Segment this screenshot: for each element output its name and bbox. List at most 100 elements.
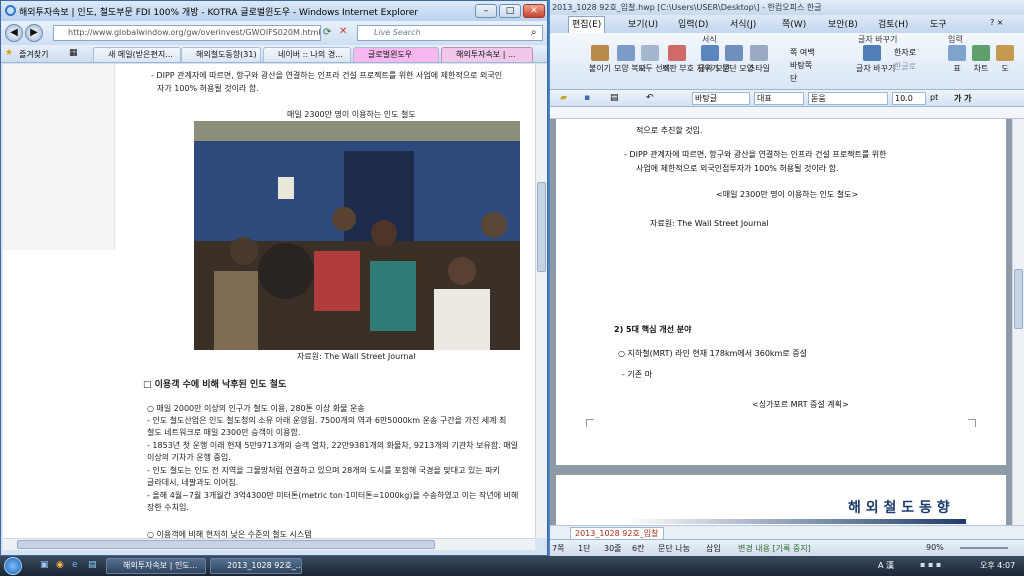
doc-caption: <싱가포르 MRT 증설 계획> — [752, 400, 849, 409]
tab-mail[interactable]: 새 메일(받은편지... — [93, 47, 181, 62]
status-track-changes[interactable]: 변경 내용 [기록 중지] — [738, 543, 811, 554]
page-margin-button[interactable]: 쪽 여백 — [790, 47, 815, 58]
ribbon-group-format: 서식 — [702, 35, 717, 44]
undo-icon[interactable]: ↶ — [646, 93, 654, 103]
hwp-vertical-scrollbar[interactable] — [1012, 119, 1024, 525]
hwp-menu-bar: 편집(E) 보기(U) 입력(D) 서식(J) 쪽(W) 보안(B) 검토(H)… — [550, 15, 1024, 33]
menu-insert[interactable]: 입력(D) — [678, 17, 709, 30]
menu-page[interactable]: 쪽(W) — [782, 17, 806, 30]
hwp-window: 2013_1028 92호_입찰.hwp [C:\Users\USER\Desk… — [550, 0, 1024, 556]
start-button[interactable] — [4, 557, 22, 575]
select-all-button[interactable]: 모두 선택 — [638, 45, 670, 74]
article-line: - DIPP 관계자에 따르면, 항구와 광산을 연결하는 인프라 건설 프로젝… — [151, 71, 503, 80]
chart-button[interactable]: 차트 — [970, 45, 992, 74]
copy-format-button[interactable]: 모양 복사 — [614, 45, 646, 74]
tab-naver[interactable]: 네이버 :: 나의 경... — [263, 47, 351, 62]
zoom-slider[interactable] — [960, 547, 1008, 549]
hwp-status-bar: 7쪽 1단 30줄 6칸 문단 나눔 삽입 변경 내용 [기록 중지] 90% — [550, 539, 1024, 556]
open-folder-icon[interactable]: ▰ — [560, 93, 567, 103]
hwp-ruler — [550, 107, 1024, 119]
taskbar-ie-button[interactable]: 해외투자속보 | 인도... — [106, 558, 206, 574]
menu-tools[interactable]: 도구 — [930, 17, 947, 30]
column-button[interactable]: 단 — [790, 73, 797, 84]
tab-rail-trends[interactable]: 해외철도동향(31) ... — [181, 47, 261, 62]
drawing-button[interactable]: 도 — [996, 45, 1014, 74]
doc-line: 사업에 제한적으로 외국인접투자가 100% 허용될 것이라 함. — [636, 164, 839, 173]
tab-grid-icon[interactable]: ▦ — [69, 48, 78, 58]
show-desktop-icon[interactable]: ▣ — [40, 560, 49, 570]
scroll-thumb[interactable] — [17, 540, 435, 549]
to-hangul-button[interactable]: 한글로 — [894, 61, 916, 72]
hwp-document-area: 적으로 추진할 것임. - DIPP 관계자에 따르면, 항구와 광산을 연결하… — [550, 119, 1012, 525]
save-icon[interactable]: ▪ — [584, 93, 590, 103]
hwp-quicklaunch-icon[interactable]: ▤ — [88, 560, 97, 570]
hwp-title-bar[interactable]: 2013_1028 92호_입찰.hwp [C:\Users\USER\Desk… — [550, 0, 1024, 15]
favorites-label[interactable]: 즐겨찾기 — [19, 49, 48, 60]
font-size-input[interactable]: 10.0 — [892, 92, 926, 105]
char-shape-button[interactable]: 글자 모양 — [698, 45, 730, 74]
windows-taskbar: ▣ ◉ e ▤ 해외투자속보 | 인도... 2013_1028 92호_...… — [0, 556, 1024, 576]
size-unit[interactable]: pt — [930, 93, 938, 102]
master-page-button[interactable]: 바탕쪽 — [790, 60, 812, 71]
close-button[interactable]: ✕ — [523, 4, 545, 18]
ie-vertical-scrollbar[interactable] — [535, 64, 547, 538]
ie-window: 해외투자속보 | 인도, 철도부문 FDI 100% 개방 - KOTRA 글로… — [0, 0, 548, 556]
minimize-button[interactable]: – — [475, 4, 497, 18]
stop-icon[interactable]: ✕ — [339, 26, 347, 37]
scroll-thumb[interactable] — [537, 182, 546, 272]
ribbon-group-insert: 입력 — [948, 35, 963, 44]
menu-format[interactable]: 서식(J) — [730, 17, 756, 30]
ie-quicklaunch-icon[interactable]: e — [72, 560, 78, 570]
tab-investment-news[interactable]: 해외투자속보 | ... — [441, 47, 533, 62]
clear-codes-button[interactable]: 조판 부호 지우기 — [662, 45, 719, 74]
paste-icon — [591, 45, 609, 61]
article-bullet: - 올해 4월~7월 3개월간 3억4300만 미터톤(metric ton·1… — [147, 491, 519, 500]
help-icon[interactable]: ? × — [990, 18, 1004, 27]
search-icon[interactable]: ⌕ — [531, 27, 537, 38]
refresh-icon[interactable]: ⟳ — [323, 27, 331, 38]
article-line: 자가 100% 허용될 것이라 함. — [157, 84, 259, 93]
scroll-thumb[interactable] — [1014, 269, 1023, 329]
article-bullet: 이상의 기차가 운행 중임. — [147, 453, 231, 462]
maximize-button[interactable]: □ — [499, 4, 521, 18]
chrome-icon[interactable]: ◉ — [56, 560, 64, 570]
language-select[interactable]: 대표 — [754, 92, 804, 105]
status-page: 7쪽 — [552, 544, 565, 553]
ie-horizontal-scrollbar[interactable] — [3, 538, 535, 550]
menu-security[interactable]: 보안(B) — [828, 17, 858, 30]
select-all-icon — [641, 45, 659, 61]
table-button[interactable]: 표 — [948, 45, 966, 74]
document-page: 적으로 추진할 것임. - DIPP 관계자에 따르면, 항구와 광산을 연결하… — [556, 119, 1006, 465]
zoom-level[interactable]: 90% — [926, 543, 944, 552]
forward-icon[interactable]: ▶ — [25, 24, 43, 42]
style-select[interactable]: 바탕글 — [692, 92, 750, 105]
ime-indicator[interactable]: A 漢 — [878, 560, 894, 571]
article-bullet: 글라데시, 네팔과도 이어짐. — [147, 478, 239, 487]
article-bullet: - 인도 철도산업은 인도 철도청의 소유 아래 운영됨. 7500개의 역과 … — [147, 416, 507, 425]
menu-review[interactable]: 검토(H) — [878, 17, 908, 30]
print-icon[interactable]: ▤ — [610, 93, 619, 103]
footer-bar — [626, 519, 966, 524]
menu-view[interactable]: 보기(U) — [628, 17, 658, 30]
paste-button[interactable]: 붙이기 — [586, 45, 614, 74]
ie-window-title: 해외투자속보 | 인도, 철도부문 FDI 100% 개방 - KOTRA 글로… — [19, 8, 419, 18]
bold-italic-buttons[interactable]: 가 가 — [954, 93, 972, 104]
to-hanja-button[interactable]: 한자로 — [894, 47, 916, 58]
taskbar-hwp-button[interactable]: 2013_1028 92호_... — [210, 558, 302, 574]
para-shape-button[interactable]: 문단 모양 — [722, 45, 754, 74]
tray-icons[interactable]: ▪ ▪ ▪ — [920, 560, 941, 569]
url-input[interactable]: http://www.globalwindow.org/gw/overinves… — [53, 25, 321, 41]
doc-line: - 기존 마 — [622, 370, 653, 379]
search-input[interactable]: Live Search — [357, 25, 543, 41]
clock[interactable]: 오후 4:07 — [980, 560, 1015, 571]
menu-edit[interactable]: 편집(E) — [568, 16, 606, 33]
replace-char-button[interactable]: 글자 바꾸기 — [856, 45, 895, 74]
tab-globalwindow[interactable]: 글로벌윈도우 — [353, 47, 439, 62]
photo-source: 자료원: The Wall Street Journal — [297, 352, 416, 361]
font-select[interactable]: 돋움 — [808, 92, 888, 105]
favorites-star-icon[interactable]: ★ — [5, 48, 13, 58]
back-icon[interactable]: ◀ — [5, 24, 23, 42]
article-bullet: 장한 수치임. — [147, 503, 189, 512]
style-button[interactable]: 스타일 — [746, 45, 772, 74]
ie-title-bar[interactable]: 해외투자속보 | 인도, 철도부문 FDI 100% 개방 - KOTRA 글로… — [1, 1, 547, 21]
